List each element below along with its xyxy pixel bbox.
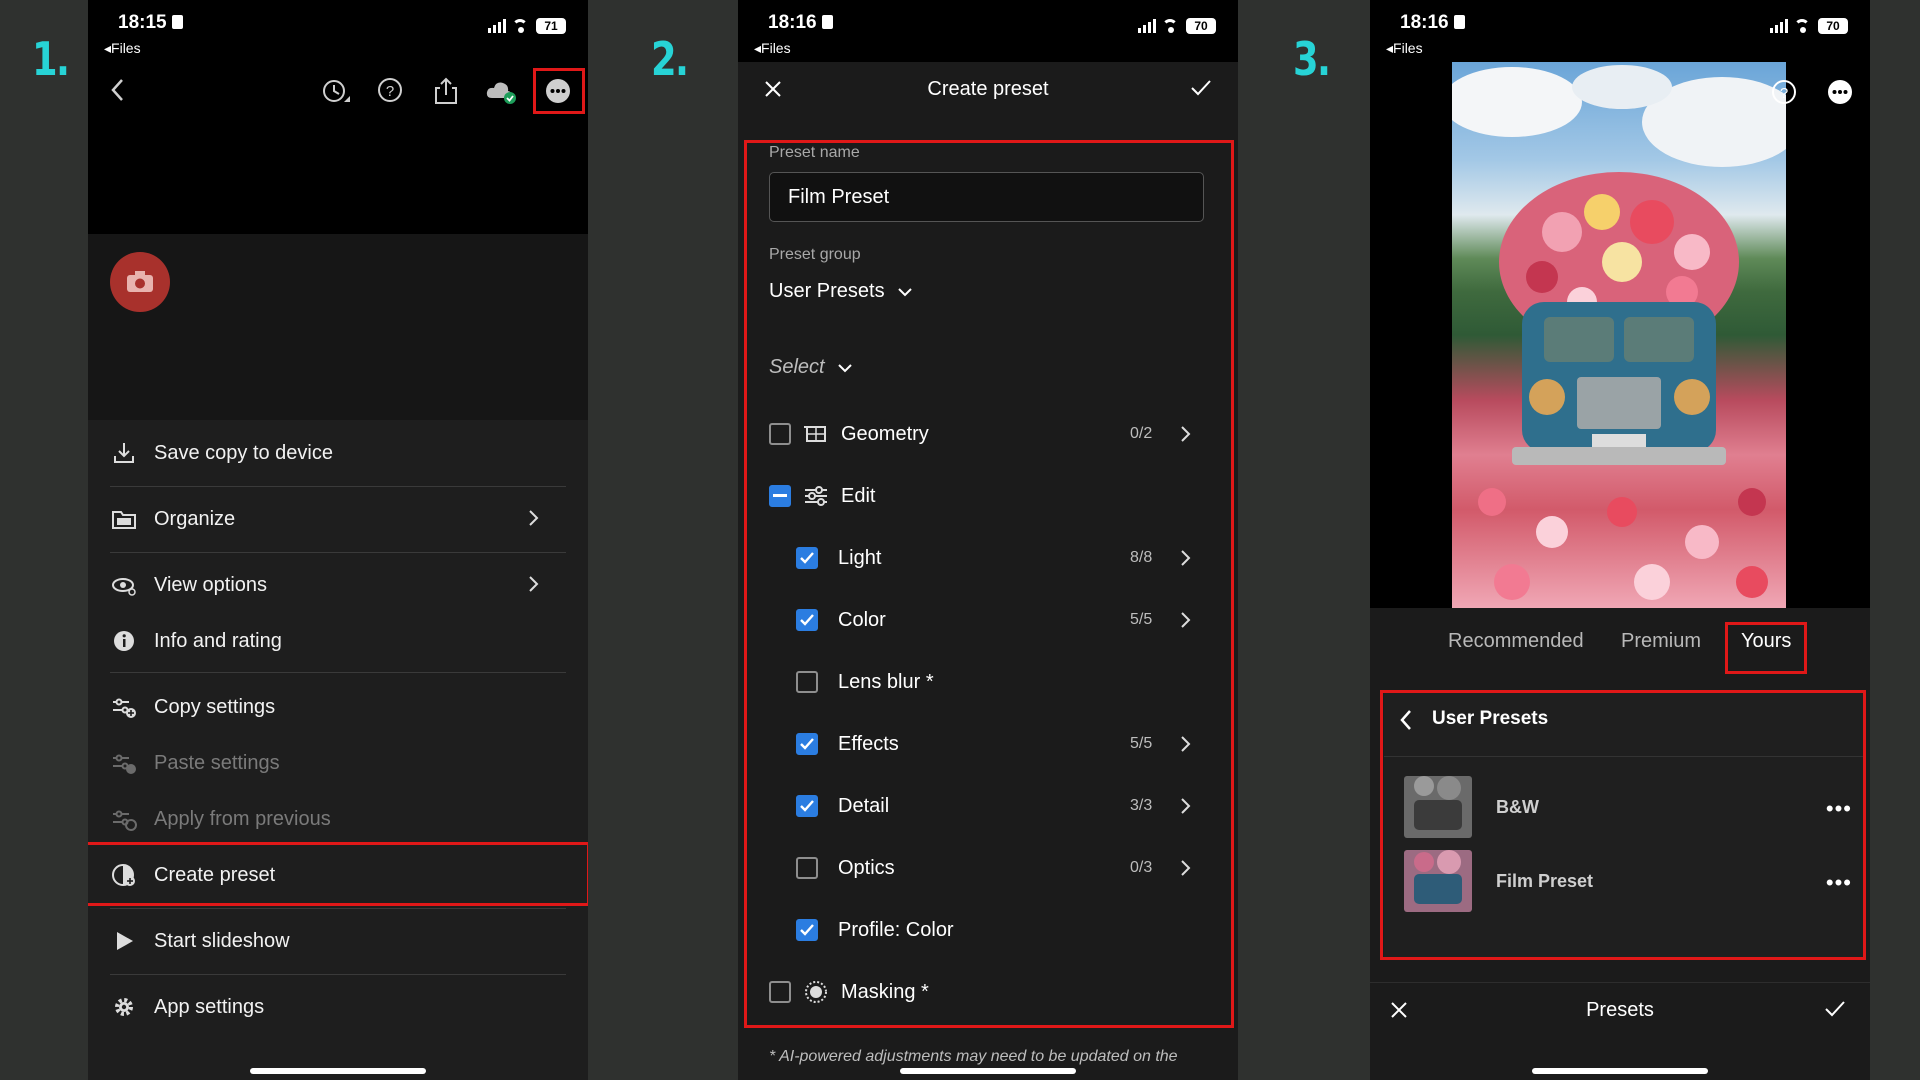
menu-item-label: Start slideshow — [154, 929, 290, 952]
menu-item-paste-settings[interactable]: Paste settings — [110, 738, 570, 788]
menu-divider — [110, 552, 566, 553]
tab-recommended[interactable]: Recommended — [1448, 630, 1584, 653]
wifi-icon — [1162, 19, 1180, 33]
highlight-create-preset — [88, 842, 588, 906]
help-icon[interactable]: ? — [376, 76, 406, 106]
menu-item-label: Info and rating — [154, 629, 282, 652]
menu-item-organize[interactable]: Organize — [110, 494, 570, 544]
menu-divider — [110, 908, 566, 909]
highlight-preset-options — [744, 140, 1234, 1028]
info-icon — [110, 627, 138, 655]
menu-divider — [110, 974, 566, 975]
more-options-icon[interactable] — [1826, 78, 1854, 106]
menu-item-apply-from-previous[interactable]: Apply from previous — [110, 794, 570, 844]
step-number-1: 1. — [32, 32, 70, 86]
menu-item-view-options[interactable]: View options — [110, 560, 570, 610]
highlight-user-presets — [1380, 690, 1866, 960]
menu-item-label: App settings — [154, 995, 265, 1018]
back-to-files-link[interactable]: Files — [104, 40, 141, 57]
history-icon[interactable] — [320, 76, 352, 108]
copy-settings-icon — [110, 693, 138, 721]
clock: 18:15 — [118, 12, 167, 33]
status-bar: 18:16 Files 70 — [1370, 0, 1870, 62]
clock: 18:16 — [1400, 12, 1449, 33]
photo-truck-with-flowers — [1452, 62, 1786, 608]
confirm-check-icon[interactable] — [1190, 78, 1212, 98]
cellular-signal-icon — [1770, 19, 1788, 33]
ai-footnote: * AI-powered adjustments may need to be … — [769, 1048, 1178, 1065]
clock: 18:16 — [768, 12, 817, 33]
menu-item-app-settings[interactable]: App settings — [110, 982, 570, 1032]
status-bar: 18:16 Files 70 — [738, 0, 1238, 62]
dialog-title: Create preset — [927, 78, 1049, 100]
back-chevron-icon[interactable] — [108, 76, 128, 104]
menu-item-label: Copy settings — [154, 695, 276, 718]
confirm-check-icon[interactable] — [1824, 999, 1846, 1019]
menu-divider — [110, 672, 566, 673]
lock-icon — [821, 15, 833, 29]
download-icon — [110, 439, 138, 467]
highlight-more-options — [533, 68, 585, 114]
apply-previous-icon — [110, 805, 138, 833]
paste-settings-icon — [110, 749, 138, 777]
camera-icon — [127, 271, 153, 292]
menu-item-label: Save copy to device — [154, 441, 333, 464]
gear-icon — [110, 993, 138, 1021]
menu-item-label: Organize — [154, 507, 236, 530]
step-number-3: 3. — [1293, 32, 1331, 86]
phone-screen-1: 18:15 Files 71 ? Save copy to device Orga… — [88, 0, 588, 1080]
cellular-signal-icon — [1138, 19, 1156, 33]
battery-icon: 70 — [1818, 18, 1848, 34]
eye-icon — [110, 571, 138, 599]
presets-bottom-bar: Presets — [1370, 982, 1870, 1080]
menu-item-label: Paste settings — [154, 751, 280, 774]
menu-item-info-and-rating[interactable]: Info and rating — [110, 616, 570, 666]
chevron-right-icon — [528, 574, 540, 599]
bottom-title: Presets — [1586, 999, 1654, 1021]
menu-item-label: View options — [154, 573, 268, 596]
svg-text:?: ? — [386, 83, 394, 100]
battery-icon: 71 — [536, 18, 566, 34]
phone-screen-3: 18:16 Files 70 — [1370, 0, 1870, 1080]
menu-item-start-slideshow[interactable]: Start slideshow — [110, 916, 570, 966]
back-to-files-link[interactable]: Files — [754, 40, 791, 57]
chevron-right-icon — [528, 508, 540, 533]
folder-icon — [110, 505, 138, 533]
home-indicator — [1532, 1068, 1708, 1074]
home-indicator — [900, 1068, 1076, 1074]
share-icon[interactable] — [432, 76, 462, 106]
svg-text:?: ? — [1780, 85, 1788, 102]
phone-screen-2: 18:16 Files 70 Create preset Preset name… — [738, 0, 1238, 1080]
home-indicator — [250, 1068, 426, 1074]
highlight-yours-tab — [1725, 622, 1807, 674]
cloud-sync-icon[interactable] — [484, 76, 518, 106]
photo-artwork — [1452, 65, 1786, 600]
step-number-2: 2. — [651, 32, 689, 86]
camera-button[interactable] — [110, 252, 170, 312]
help-icon[interactable]: ? — [1770, 78, 1798, 106]
menu-item-label: Apply from previous — [154, 807, 331, 830]
lock-icon — [1453, 15, 1465, 29]
play-icon — [110, 927, 138, 955]
wifi-icon — [512, 19, 530, 33]
menu-divider — [110, 486, 566, 487]
cellular-signal-icon — [488, 19, 506, 33]
menu-item-copy-settings[interactable]: Copy settings — [110, 682, 570, 732]
menu-item-save-copy-to-device[interactable]: Save copy to device — [110, 428, 570, 478]
lock-icon — [171, 15, 183, 29]
tab-premium[interactable]: Premium — [1621, 630, 1701, 653]
battery-icon: 70 — [1186, 18, 1216, 34]
status-bar: 18:15 Files 71 — [88, 0, 588, 62]
wifi-icon — [1794, 19, 1812, 33]
back-to-files-link[interactable]: Files — [1386, 40, 1423, 57]
